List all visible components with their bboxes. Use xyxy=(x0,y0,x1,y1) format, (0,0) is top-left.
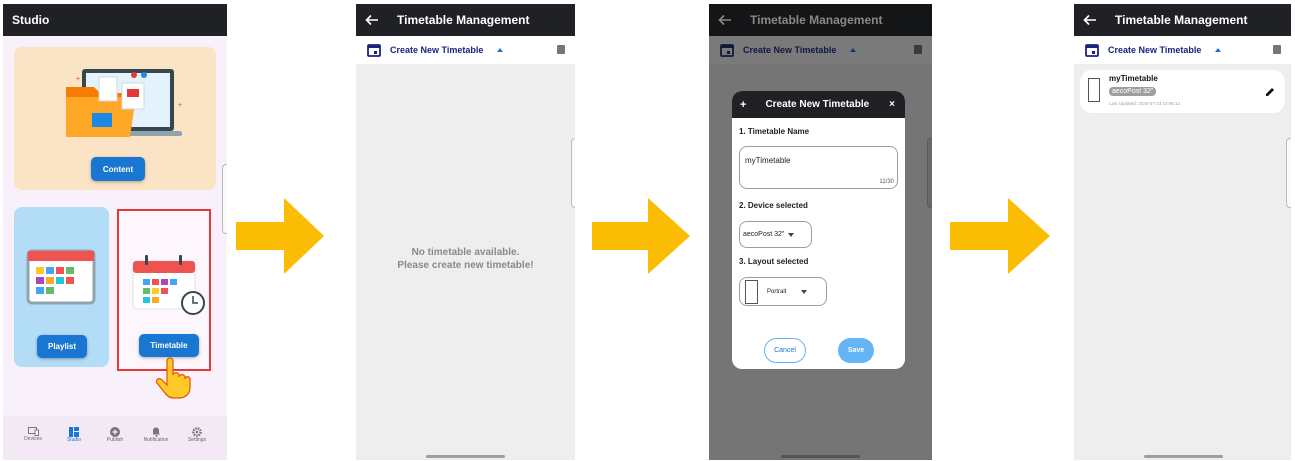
layout-dropdown-value: Portrait xyxy=(767,288,787,295)
back-arrow-icon[interactable] xyxy=(1083,13,1097,27)
portrait-layout-icon xyxy=(745,279,758,304)
home-indicator xyxy=(1144,455,1223,458)
create-timetable-row[interactable]: Create New Timetable xyxy=(356,36,575,64)
screen-create-dialog: Timetable Management Create New Timetabl… xyxy=(709,4,932,460)
close-icon[interactable]: × xyxy=(889,99,895,110)
create-timetable-label: Create New Timetable xyxy=(743,45,837,55)
calendar-icon xyxy=(367,44,381,57)
page-title: Timetable Management xyxy=(397,13,530,27)
chevron-down-icon xyxy=(801,289,808,294)
nav-notification[interactable]: Notification xyxy=(141,427,171,443)
section-name-label: 1. Timetable Name xyxy=(739,127,810,136)
playlist-illustration xyxy=(26,249,96,305)
content-illustration: + + xyxy=(66,69,182,137)
page-title: Studio xyxy=(12,13,50,27)
create-timetable-label: Create New Timetable xyxy=(1108,45,1202,55)
arrow-right-icon xyxy=(236,198,324,274)
calendar-icon xyxy=(1085,44,1099,57)
caret-up-icon xyxy=(497,48,504,52)
side-tab-handle[interactable] xyxy=(571,138,575,208)
content-button[interactable]: Content xyxy=(91,157,145,181)
edit-pencil-icon[interactable] xyxy=(1265,87,1275,97)
home-indicator xyxy=(781,455,860,458)
portrait-layout-icon xyxy=(1088,78,1100,102)
create-timetable-row[interactable]: Create New Timetable xyxy=(709,36,932,64)
app-bar: Timetable Management xyxy=(709,4,932,36)
publish-icon xyxy=(110,427,120,437)
app-bar: Studio xyxy=(3,4,227,36)
home-indicator xyxy=(426,455,505,458)
svg-text:+: + xyxy=(178,102,182,109)
timetable-name-field[interactable]: myTimetable 11/30 xyxy=(739,146,898,189)
caret-up-icon xyxy=(850,48,857,52)
nav-label: Settings xyxy=(187,437,207,443)
nav-label: Devices xyxy=(24,436,42,442)
screen-timetable-list: Timetable Management Create New Timetabl… xyxy=(1074,4,1291,460)
nav-publish[interactable]: Publish xyxy=(100,427,130,443)
empty-state: No timetable available. Please create ne… xyxy=(356,246,575,272)
create-timetable-row[interactable]: Create New Timetable xyxy=(1074,36,1291,64)
device-dropdown[interactable]: aecoPost 32" xyxy=(739,221,812,248)
timetable-list-item[interactable]: myTimetable aecoPost 32" Last Updated: 2… xyxy=(1080,70,1285,113)
bell-icon xyxy=(152,427,160,437)
back-arrow-icon[interactable] xyxy=(365,13,379,27)
device-dropdown-value: aecoPost 32" xyxy=(743,231,785,238)
page-title: Timetable Management xyxy=(1115,13,1248,27)
timetable-card[interactable]: Timetable xyxy=(117,209,211,399)
empty-message-line1: No timetable available. xyxy=(411,247,520,258)
arrow-right-icon xyxy=(950,198,1050,274)
char-counter: 11/30 xyxy=(879,179,894,185)
devices-icon xyxy=(27,427,39,436)
note-icon[interactable] xyxy=(1273,45,1281,54)
timetable-button[interactable]: Timetable xyxy=(139,334,199,357)
nav-studio[interactable]: Studio xyxy=(59,427,89,443)
nav-label: Publish xyxy=(106,437,124,443)
side-tab-handle[interactable] xyxy=(927,138,932,208)
playlist-button[interactable]: Playlist xyxy=(37,335,87,358)
screen-timetable-empty: Timetable Management Create New Timetabl… xyxy=(356,4,575,460)
timetable-name: myTimetable xyxy=(1109,74,1158,83)
device-badge: aecoPost 32" xyxy=(1109,87,1157,96)
nav-label: Notification xyxy=(143,437,169,443)
create-dialog: + Create New Timetable × 1. Timetable Na… xyxy=(732,91,905,369)
section-layout-label: 3. Layout selected xyxy=(739,257,809,266)
cancel-button[interactable]: Cancel xyxy=(764,338,806,363)
nav-label: Studio xyxy=(66,437,82,443)
last-updated: Last Updated: 2025-07-23 10:56:12 xyxy=(1109,101,1181,106)
svg-text:+: + xyxy=(76,76,80,83)
section-device-label: 2. Device selected xyxy=(739,201,808,210)
tap-hand-icon xyxy=(155,357,191,399)
timetable-name-value: myTimetable xyxy=(745,156,791,165)
studio-icon xyxy=(69,427,79,437)
content-card[interactable]: + + Content xyxy=(14,47,216,190)
side-tab-handle[interactable] xyxy=(1286,138,1291,208)
playlist-card[interactable]: Playlist xyxy=(14,207,109,367)
calendar-icon xyxy=(720,44,734,57)
empty-message-line2: Please create new timetable! xyxy=(397,260,534,271)
note-icon[interactable] xyxy=(914,45,922,54)
plus-icon: + xyxy=(740,98,747,111)
arrow-right-icon xyxy=(592,198,690,274)
dialog-title: Create New Timetable xyxy=(765,99,870,110)
nav-settings[interactable]: Settings xyxy=(182,427,212,443)
note-icon[interactable] xyxy=(557,45,565,54)
back-arrow-icon[interactable] xyxy=(718,13,732,27)
chevron-down-icon xyxy=(788,232,795,237)
nav-devices[interactable]: Devices xyxy=(18,427,48,442)
caret-up-icon xyxy=(1215,48,1222,52)
gear-icon xyxy=(192,427,202,437)
dialog-header: + Create New Timetable × xyxy=(732,91,905,118)
timetable-illustration xyxy=(132,255,205,315)
app-bar: Timetable Management xyxy=(356,4,575,36)
save-button[interactable]: Save xyxy=(838,338,874,363)
app-bar: Timetable Management xyxy=(1074,4,1291,36)
create-timetable-label: Create New Timetable xyxy=(390,45,484,55)
side-tab-handle[interactable] xyxy=(222,164,227,234)
screen-studio: Studio + + Content Playlist Timetable De… xyxy=(3,4,227,460)
page-title: Timetable Management xyxy=(750,13,883,27)
layout-dropdown[interactable]: Portrait xyxy=(739,277,827,306)
